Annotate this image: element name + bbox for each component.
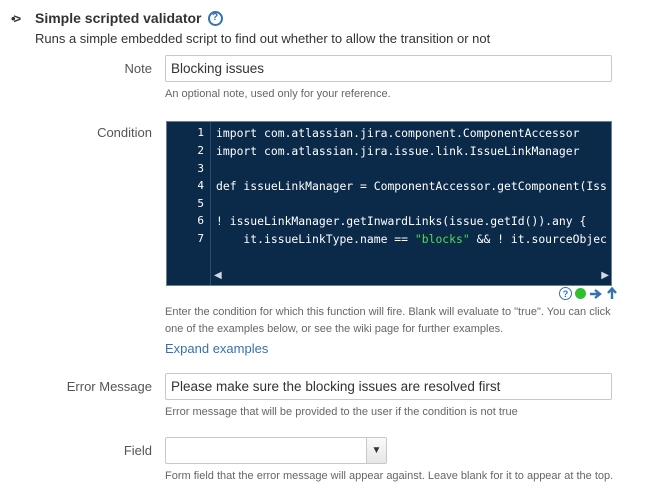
line-number: 5 [197,197,204,210]
condition-code-editor[interactable]: 1 2 3 4 5 6 7 import com.atlassian.jira.… [166,121,612,286]
line-number: 3 [197,162,204,175]
code-line: def issueLinkManager = ComponentAccessor… [216,179,607,193]
scrollbar-track[interactable] [224,272,599,280]
condition-hint-line-2: one of the examples below, or see the wi… [165,323,504,335]
code-line-start: it.issueLinkType.name == [216,232,415,246]
condition-hint-line-1: Enter the condition for which this funct… [165,306,611,318]
line-number: 2 [197,144,204,157]
note-input[interactable]: Blocking issues [165,55,612,82]
code-line: import com.atlassian.jira.issue.link.Iss… [216,144,580,158]
help-icon[interactable]: ? [559,287,572,300]
code-line: ! issueLinkManager.getInwardLinks(issue.… [216,214,587,228]
error-message-label: Error Message [66,379,152,394]
field-select[interactable]: ▼ [165,437,387,464]
horizontal-scrollbar[interactable]: ◀ ▶ [212,267,611,285]
validator-description: Runs a simple embedded script to find ou… [35,31,491,46]
error-message-input-value: Please make sure the blocking issues are… [171,379,501,394]
validator-title-text: Simple scripted validator [35,10,202,26]
arrow-up-icon[interactable] [606,287,618,300]
code-line-end: && ! it.sourceObjec [469,232,607,246]
validator-title: Simple scripted validator ? [35,10,223,26]
code-string-literal: "blocks" [414,232,470,246]
help-icon[interactable]: ? [207,10,223,26]
condition-label: Condition [97,125,152,140]
code-line: import com.atlassian.jira.component.Comp… [216,126,580,140]
arrow-right-icon[interactable] [589,288,603,300]
line-number: 1 [197,126,204,139]
line-number: 6 [197,214,204,227]
line-number-gutter: 1 2 3 4 5 6 7 [167,122,211,285]
scroll-left-icon[interactable]: ◀ [214,270,222,281]
note-label: Note [124,61,152,76]
code-area[interactable]: import com.atlassian.jira.component.Comp… [216,122,611,285]
note-input-value: Blocking issues [171,61,265,76]
field-hint: Form field that the error message will a… [165,470,614,482]
line-number: 7 [197,232,204,245]
expand-chevron-icon[interactable]: •> [11,11,21,26]
code-line: it.issueLinkType.name == "blocks" && ! i… [216,232,607,246]
chevron-down-icon[interactable]: ▼ [366,438,386,463]
scroll-right-icon[interactable]: ▶ [601,270,609,281]
expand-examples-link[interactable]: Expand examples [165,341,268,356]
error-message-input[interactable]: Please make sure the blocking issues are… [165,373,612,400]
green-status-icon[interactable] [575,288,586,299]
error-message-hint: Error message that will be provided to t… [165,406,518,418]
note-hint: An optional note, used only for your ref… [165,88,391,100]
editor-toolbar: ? [559,287,618,300]
field-label: Field [123,443,152,458]
line-number: 4 [197,179,204,192]
